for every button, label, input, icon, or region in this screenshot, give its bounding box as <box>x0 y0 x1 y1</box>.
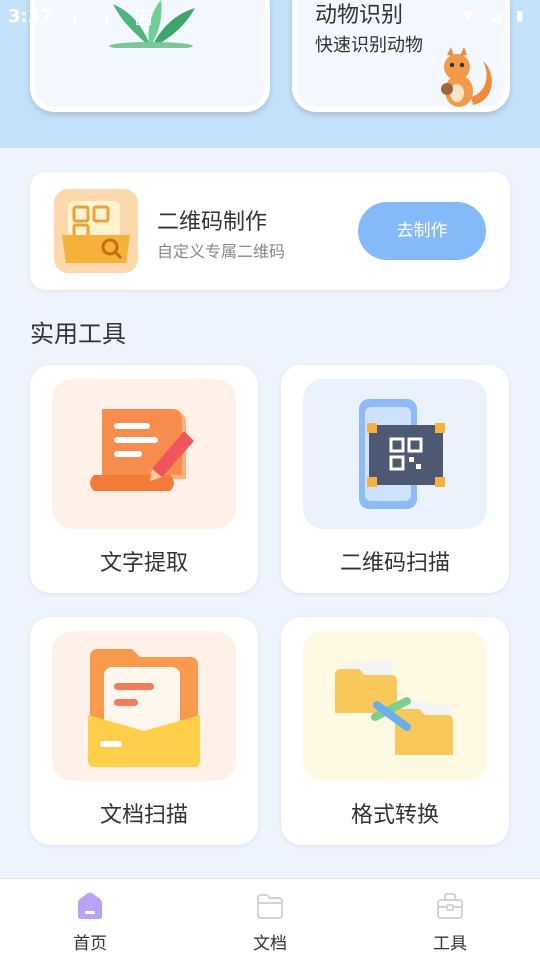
tab-home[interactable]: 首页 <box>0 879 180 961</box>
battery-icon: ▮ <box>516 8 524 24</box>
home-icon <box>78 892 102 919</box>
status-bar: 3:37 ⭳ ⭳ A ▼ ◢ ▮ <box>0 0 540 36</box>
phone-qr-scan-icon <box>359 399 445 509</box>
scroll-pen-icon <box>90 409 194 491</box>
tab-label: 首页 <box>73 934 107 954</box>
tab-label: 工具 <box>433 934 467 954</box>
tool-text-extract[interactable]: 文字提取 <box>30 365 258 593</box>
folder-convert-icon <box>335 658 454 755</box>
signal-icon: ◢ <box>490 8 501 24</box>
tool-label: 格式转换 <box>350 803 439 828</box>
toolbox-icon <box>437 893 463 919</box>
wifi-icon: ▼ <box>462 8 473 24</box>
tool-label: 二维码扫描 <box>339 551 450 576</box>
tab-tools[interactable]: 工具 <box>360 879 540 961</box>
tool-doc-scan[interactable]: 文档扫描 <box>30 617 258 845</box>
tool-label: 文档扫描 <box>99 803 188 828</box>
qr-maker-subtitle: 自定义专属二维码 <box>157 242 286 261</box>
folder-icon <box>257 894 283 919</box>
download-icon: ⭳ <box>72 11 77 27</box>
bottom-tab-bar: 首页 文档 工具 <box>0 878 540 961</box>
tool-format-convert[interactable]: 格式转换 <box>281 617 509 845</box>
folder-document-icon <box>88 649 200 767</box>
qr-maker-card[interactable]: 二维码制作 自定义专属二维码 去制作 <box>30 172 510 290</box>
qr-maker-title: 二维码制作 <box>157 210 268 235</box>
tool-qr-scan[interactable]: 二维码扫描 <box>281 365 509 593</box>
download-icon-2: ⭳ <box>104 11 109 27</box>
qr-maker-thumbnail <box>54 189 138 273</box>
tool-label: 文字提取 <box>99 551 188 576</box>
tab-label: 文档 <box>253 934 287 954</box>
section-title: 实用工具 <box>30 320 126 348</box>
keyboard-a-icon: A <box>136 10 151 25</box>
squirrel-icon <box>441 47 492 107</box>
status-time: 3:37 <box>8 6 53 27</box>
tab-documents[interactable]: 文档 <box>180 879 360 961</box>
qr-folder-icon <box>62 201 130 263</box>
go-make-button[interactable]: 去制作 <box>358 202 486 260</box>
